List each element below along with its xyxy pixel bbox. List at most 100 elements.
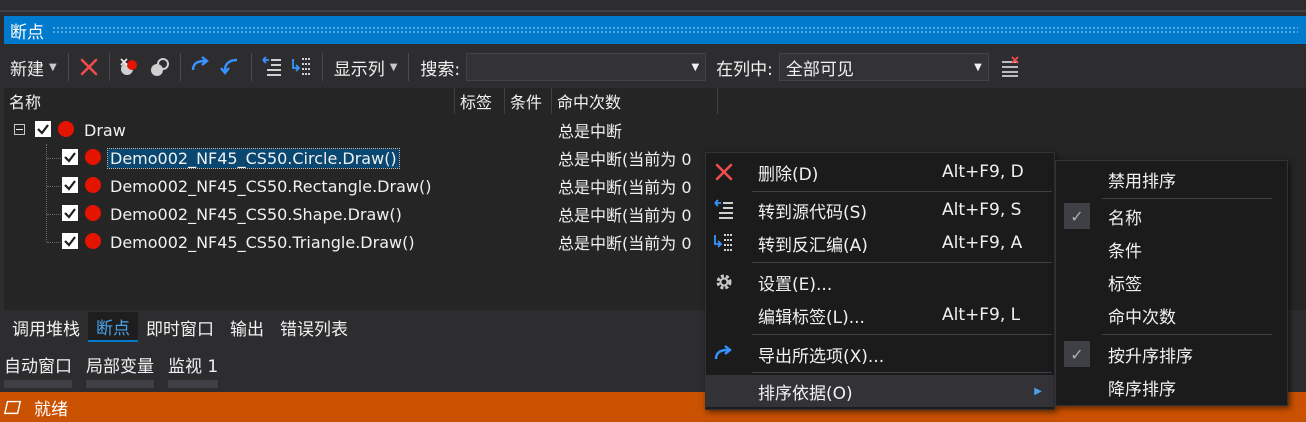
- context-menu: 删除(D) Alt+F9, D 转到源代码(S) Alt+F9, S 转到反汇编…: [705, 152, 1055, 410]
- menu-item-shortcut: Alt+F9, D: [942, 162, 1024, 182]
- tab-immediate[interactable]: 即时窗口: [138, 312, 222, 342]
- column-header-label[interactable]: 标签: [455, 88, 505, 114]
- submenu-item-sort-condition[interactable]: 条件: [1056, 234, 1287, 264]
- table-row-parent[interactable]: Draw 总是中断: [4, 116, 1306, 144]
- tab-breakpoints[interactable]: 断点: [88, 312, 138, 342]
- menu-item-shortcut: Alt+F9, A: [942, 233, 1023, 253]
- search-label: 搜索:: [414, 51, 466, 83]
- menu-item-label: 条件: [1108, 241, 1142, 262]
- submenu-item-sort-hit-count[interactable]: 命中次数: [1056, 300, 1287, 330]
- tab-autos-label: 自动窗口: [4, 357, 72, 377]
- sort-submenu: 禁用排序 ✓ 名称 条件 标签 命中次数 ✓ 按升序排序 降序排序: [1055, 160, 1288, 406]
- menu-item-label: 导出所选项(X)...: [758, 346, 885, 367]
- breakpoint-hit-count: 总是中断(当前为 0: [558, 178, 692, 197]
- breakpoints-toolbar: 新建 ▼ 显示列 ▼ 搜索: ▼ 在列中: 全部可见 ▼: [4, 46, 1306, 88]
- breakpoint-dot-icon: [85, 233, 101, 249]
- menu-item-shortcut: Alt+F9, L: [942, 305, 1021, 325]
- show-columns-button[interactable]: 显示列 ▼: [328, 51, 404, 83]
- titlebar-grip[interactable]: [52, 26, 1298, 34]
- breakpoint-dot-icon: [85, 205, 101, 221]
- tab-call-stack[interactable]: 调用堆栈: [4, 312, 88, 342]
- delete-all-breakpoints-icon[interactable]: [115, 51, 145, 83]
- breakpoint-dot-icon: [85, 149, 101, 165]
- import-icon[interactable]: [216, 51, 246, 83]
- submenu-item-descending[interactable]: 降序排序: [1056, 372, 1287, 402]
- search-label-text: 搜索:: [420, 59, 461, 80]
- toolbar-separator: [67, 53, 69, 81]
- delete-icon[interactable]: [74, 51, 104, 83]
- new-breakpoint-button[interactable]: 新建 ▼: [4, 51, 63, 83]
- menu-item-export-selected[interactable]: 导出所选项(X)...: [706, 339, 1054, 369]
- chevron-down-icon[interactable]: ▼: [974, 62, 982, 73]
- toolbar-separator: [321, 53, 323, 81]
- chevron-down-icon: ▼: [49, 61, 57, 73]
- tab-locals[interactable]: 局部变量: [82, 346, 158, 388]
- goto-source-icon[interactable]: [257, 51, 287, 83]
- breakpoint-checkbox[interactable]: [62, 149, 78, 165]
- breakpoint-checkbox[interactable]: [62, 233, 78, 249]
- breakpoint-name: Demo002_NF45_CS50.Shape.Draw(): [110, 204, 402, 224]
- in-column-select[interactable]: 全部可见 ▼: [778, 53, 989, 81]
- menu-item-label: 降序排序: [1108, 379, 1176, 400]
- breakpoint-checkbox[interactable]: [62, 177, 78, 193]
- menu-item-goto-disassembly[interactable]: 转到反汇编(A) Alt+F9, A: [706, 228, 1054, 258]
- tab-autos[interactable]: 自动窗口: [0, 346, 76, 388]
- menu-item-settings[interactable]: 设置(E)...: [706, 267, 1054, 297]
- in-column-label-text: 在列中:: [716, 59, 773, 80]
- menu-separator: [752, 372, 1052, 373]
- column-header-name[interactable]: 名称: [4, 88, 455, 114]
- breakpoint-name: Demo002_NF45_CS50.Rectangle.Draw(): [110, 176, 432, 196]
- breakpoint-name: Demo002_NF45_CS50.Triangle.Draw(): [110, 232, 415, 252]
- tab-error-list[interactable]: 错误列表: [272, 312, 356, 342]
- menu-item-edit-labels[interactable]: 编辑标签(L)... Alt+F9, L: [706, 300, 1054, 330]
- toolbar-separator: [179, 53, 181, 81]
- column-header-condition[interactable]: 条件: [505, 88, 552, 114]
- tab-underline: [86, 380, 154, 388]
- show-columns-label: 显示列: [333, 59, 385, 80]
- tab-underline: [168, 380, 219, 388]
- breakpoint-hit-count: 总是中断(当前为 0: [558, 206, 692, 225]
- breakpoint-hit-count: 总是中断: [558, 122, 623, 141]
- goto-disassembly-icon[interactable]: [287, 51, 317, 83]
- menu-item-label: 编辑标签(L)...: [758, 307, 865, 328]
- goto-disassembly-icon: [712, 231, 736, 255]
- breakpoint-checkbox[interactable]: [35, 121, 51, 137]
- in-column-value: 全部可见: [785, 59, 854, 80]
- clear-search-icon[interactable]: [995, 51, 1025, 83]
- tab-output[interactable]: 输出: [222, 312, 272, 342]
- breakpoint-dot-icon: [58, 121, 74, 137]
- submenu-item-sort-name[interactable]: ✓ 名称: [1056, 201, 1287, 231]
- menu-item-label: 命中次数: [1108, 307, 1176, 328]
- breakpoint-checkbox[interactable]: [62, 205, 78, 221]
- toggle-all-breakpoints-icon[interactable]: [145, 51, 175, 83]
- menu-item-shortcut: Alt+F9, S: [942, 200, 1022, 220]
- menu-item-label: 按升序排序: [1108, 346, 1193, 367]
- top-strip: [0, 0, 1306, 14]
- tool-window-titlebar[interactable]: 断点: [4, 16, 1306, 44]
- chevron-down-icon[interactable]: ▼: [691, 62, 699, 73]
- menu-item-label: 删除(D): [758, 164, 819, 185]
- breakpoint-dot-icon: [85, 177, 101, 193]
- export-icon[interactable]: [186, 51, 216, 83]
- check-icon: ✓: [1064, 203, 1090, 229]
- export-icon: [712, 342, 736, 366]
- tab-watch-1[interactable]: 监视 1: [164, 346, 222, 388]
- breakpoint-hit-count: 总是中断(当前为 0: [558, 150, 692, 169]
- menu-item-delete[interactable]: 删除(D) Alt+F9, D: [706, 157, 1054, 187]
- toolbar-separator: [108, 53, 110, 81]
- submenu-item-ascending[interactable]: ✓ 按升序排序: [1056, 339, 1287, 369]
- submenu-item-disable-sort[interactable]: 禁用排序: [1056, 164, 1287, 194]
- collapse-icon[interactable]: [14, 124, 25, 135]
- submenu-arrow-icon: ▶: [1034, 385, 1042, 397]
- submenu-item-sort-label[interactable]: 标签: [1056, 267, 1287, 297]
- toolbar-separator: [408, 53, 410, 81]
- tab-locals-label: 局部变量: [86, 357, 154, 377]
- column-header-hit-count[interactable]: 命中次数: [552, 88, 718, 114]
- goto-source-icon: [712, 198, 736, 222]
- menu-item-goto-source[interactable]: 转到源代码(S) Alt+F9, S: [706, 195, 1054, 225]
- menu-item-label: 标签: [1108, 274, 1142, 295]
- menu-separator: [752, 262, 1052, 263]
- chevron-down-icon: ▼: [389, 61, 398, 73]
- menu-item-sort-by[interactable]: 排序依据(O) ▶: [706, 375, 1054, 407]
- search-input[interactable]: ▼: [466, 53, 707, 81]
